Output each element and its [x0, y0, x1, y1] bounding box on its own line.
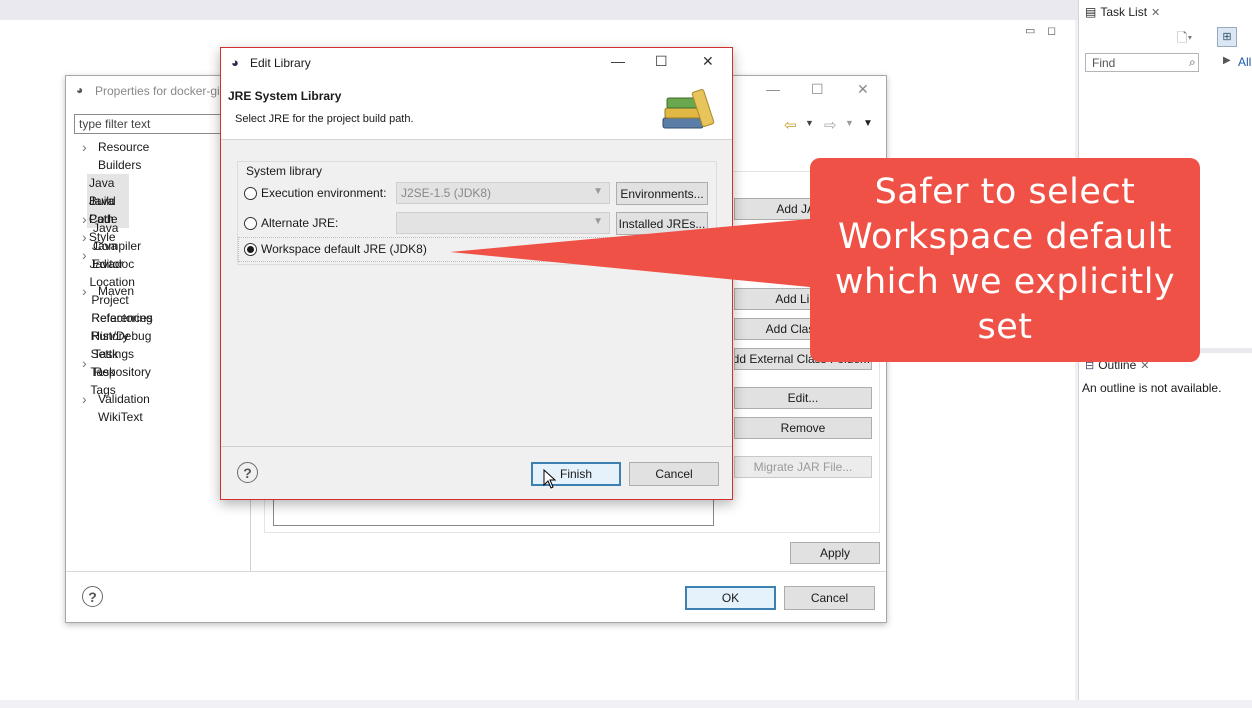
back-arrow-icon[interactable]: ⇦	[784, 116, 797, 134]
migrate-jar-button[interactable]: Migrate JAR File...	[734, 456, 872, 478]
all-link[interactable]: All	[1238, 55, 1251, 69]
expand-arrow-icon[interactable]: ▶	[1223, 55, 1231, 66]
tree-item[interactable]: WikiText	[78, 408, 143, 426]
tree-item-label: Validation	[98, 392, 150, 406]
mouse-cursor-icon	[543, 469, 557, 489]
dialog-title: Edit Library	[250, 56, 311, 70]
tree-item-label: WikiText	[98, 410, 143, 424]
chevron-right-icon[interactable]: ›	[78, 228, 93, 246]
task-list-icon: ▤	[1085, 5, 1097, 19]
minimize-icon[interactable]: —	[766, 81, 780, 97]
search-icon: ⌕	[1189, 55, 1196, 69]
tree-item[interactable]: Builders	[78, 156, 141, 174]
tree-item[interactable]: Javadoc Location	[78, 257, 143, 289]
header-description: Select JRE for the project build path.	[235, 113, 414, 125]
workbench-top-strip	[0, 0, 1252, 20]
tree-item[interactable]: Task Tags	[78, 365, 123, 397]
title-bar: ◕ Edit Library — ☐ ✕	[221, 48, 732, 78]
apply-button[interactable]: Apply	[790, 542, 880, 564]
callout-pointer	[450, 218, 820, 288]
radio-icon[interactable]	[244, 216, 257, 230]
forward-arrow-icon[interactable]: ⇨	[824, 116, 837, 134]
edit-button[interactable]: Edit...	[734, 387, 872, 409]
radio-selected-icon[interactable]	[244, 242, 257, 256]
radio-icon[interactable]	[244, 186, 257, 200]
eclipse-icon: ◕	[76, 83, 84, 97]
dialog-title: Properties for docker-gi	[95, 84, 220, 98]
maximize-icon[interactable]: ☐	[655, 53, 668, 70]
filter-input[interactable]: type filter text	[74, 114, 224, 134]
group-label: System library	[246, 164, 323, 178]
chevron-down-icon: ▼	[593, 186, 603, 197]
chevron-right-icon[interactable]: ›	[78, 138, 98, 156]
chevron-right-icon[interactable]: ›	[78, 210, 89, 228]
workspace-default-radio[interactable]: Workspace default JRE (JDK8)	[244, 242, 427, 256]
tree-item[interactable]: › Resource	[78, 138, 149, 156]
execution-environment-radio[interactable]: Execution environment:	[244, 186, 386, 200]
cancel-button[interactable]: Cancel	[629, 462, 719, 486]
wizard-header: JRE System Library Select JRE for the pr…	[221, 78, 732, 140]
execution-environment-label: Execution environment:	[261, 186, 387, 200]
view-menu-icon[interactable]: ▼	[863, 118, 873, 129]
tree-item-label: Builders	[98, 158, 142, 172]
footer-divider	[221, 446, 732, 447]
new-task-icon[interactable]: 🗋▾	[1177, 29, 1192, 51]
close-icon[interactable]: ✕	[857, 81, 869, 98]
maximize-icon[interactable]: ◻	[1047, 24, 1056, 37]
alternate-jre-label: Alternate JRE:	[261, 216, 339, 230]
task-list-title: Task List	[1100, 5, 1148, 19]
close-icon[interactable]: ✕	[702, 53, 714, 70]
task-list-tab[interactable]: ▤ Task List ✕	[1085, 5, 1160, 19]
alternate-jre-radio[interactable]: Alternate JRE:	[244, 216, 338, 230]
close-icon[interactable]: ✕	[1151, 6, 1160, 19]
chevron-right-icon[interactable]: ›	[78, 390, 98, 408]
tree-item-label: Resource	[98, 140, 150, 154]
callout-text: Safer to select Workspace default which …	[834, 172, 1176, 347]
eclipse-icon: ◕	[231, 55, 239, 70]
ok-button[interactable]: OK	[685, 586, 776, 610]
chevron-down-icon[interactable]: ▼	[845, 118, 854, 128]
tree-item[interactable]: › Validation	[78, 390, 150, 408]
workspace-default-label: Workspace default JRE (JDK8)	[261, 242, 427, 256]
help-icon[interactable]: ?	[82, 586, 103, 607]
categorized-icon[interactable]: ⊞	[1217, 27, 1237, 47]
task-find-input[interactable]: Find	[1085, 53, 1199, 72]
minimize-icon[interactable]: —	[611, 53, 625, 69]
maximize-icon[interactable]: ☐	[811, 81, 824, 98]
chevron-down-icon[interactable]: ▼	[805, 118, 814, 128]
help-icon[interactable]: ?	[237, 462, 258, 483]
details-box	[273, 496, 714, 526]
books-icon	[662, 89, 715, 129]
remove-button[interactable]: Remove	[734, 417, 872, 439]
outline-message: An outline is not available.	[1082, 381, 1222, 395]
minimize-icon[interactable]: ▭	[1025, 24, 1035, 37]
header-title: JRE System Library	[228, 89, 342, 103]
footer-divider	[66, 571, 886, 572]
cancel-button[interactable]: Cancel	[784, 586, 875, 610]
